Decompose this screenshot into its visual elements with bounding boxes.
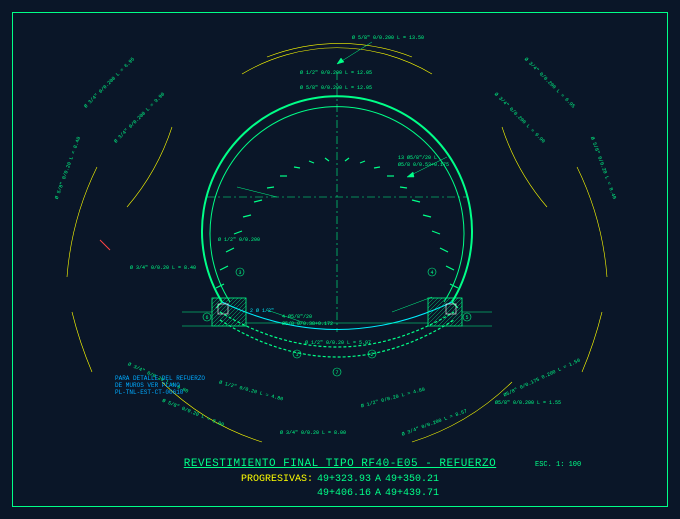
ann-top3: Ø 5/8" 0/0.200 L = 12.05 xyxy=(300,85,372,91)
progresivas-row1: PROGRESIVAS: 49+323.93 A 49+350.21 xyxy=(0,474,680,485)
ann-base-mark: 2 Ø 1/2" xyxy=(250,308,274,314)
footing-left xyxy=(212,298,246,326)
svg-text:2: 2 xyxy=(370,352,373,358)
ann-foundL2: Ø5/8 0/0.38+0.172 xyxy=(282,321,333,327)
ann-rebar-main: 13 Ø5/8"/20 L xyxy=(398,155,437,161)
ann-botmid2: Ø 3/4" 0/0.20 L = 8.00 xyxy=(280,430,346,436)
ann-top2: Ø 1/2" 0/0.200 L = 12.05 xyxy=(300,70,372,76)
svg-text:6: 6 xyxy=(205,315,208,321)
ann-rebar-sub: Ø5/8 0/0.53+0.175 xyxy=(398,162,449,168)
svg-text:7: 7 xyxy=(335,370,338,376)
footing-right xyxy=(428,298,462,326)
ann-lefttiny: Ø 3/4" 0/0.20 L = 8.40 xyxy=(130,265,196,271)
svg-text:5: 5 xyxy=(465,315,468,321)
ann-foundL: 4 Ø5/8"/20 xyxy=(282,314,312,320)
progresivas-label: PROGRESIVAS: xyxy=(241,474,313,485)
svg-text:4: 4 xyxy=(430,270,433,276)
ann-top1: Ø 5/8" 0/0.200 L = 13.50 xyxy=(352,35,424,41)
ann-middim: Ø 1/2" 0/0.20 L = 5.97 xyxy=(305,340,371,346)
ann-leftinner: Ø 1/2" 0/0.200 xyxy=(218,237,260,243)
refuerzo-note: PARA DETALLE DEL REFUERZO DE MUROS VER P… xyxy=(115,375,205,397)
ann-rightlow2: Ø5/8" 0/0.200 L = 1.55 xyxy=(495,400,561,406)
scale-label: ESC. 1: 100 xyxy=(535,461,581,469)
svg-text:1: 1 xyxy=(295,352,298,358)
progresivas-row2: PROGRESIVAS: 49+406.16 A 49+439.71 xyxy=(0,488,680,499)
svg-text:3: 3 xyxy=(238,270,241,276)
